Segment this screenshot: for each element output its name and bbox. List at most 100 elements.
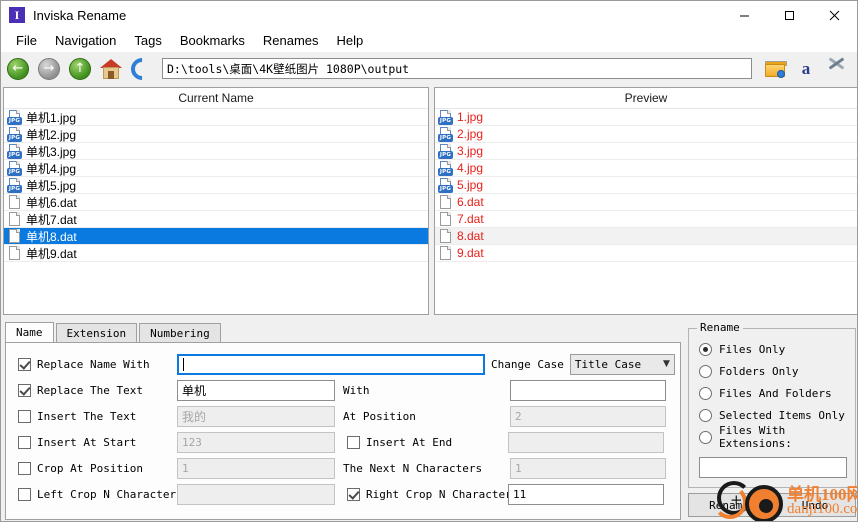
menu-navigation[interactable]: Navigation [46, 30, 125, 51]
list-item[interactable]: JPG 单机3.jpg [4, 143, 428, 160]
list-item-label: 7.dat [457, 212, 484, 226]
rename-scope-option-2[interactable]: Files And Folders [689, 382, 855, 404]
up-button[interactable]: ↑ [66, 55, 94, 83]
list-item[interactable]: 单机8.dat [4, 228, 428, 245]
current-name-list[interactable]: JPG 单机1.jpg JPG 单机2.jpg JPG 单机3.jpg JPG 单机4.jpg… [4, 109, 428, 262]
list-item[interactable]: JPG 1.jpg [435, 109, 857, 126]
list-item-label: 单机1.jpg [26, 110, 77, 125]
home-button[interactable] [97, 55, 125, 83]
next-n-characters-input[interactable]: 1 [510, 457, 666, 479]
insert-the-text-checkbox[interactable] [18, 409, 31, 423]
list-item[interactable]: JPG 单机2.jpg [4, 126, 428, 143]
menu-file[interactable]: File [7, 30, 46, 51]
tools-icon [827, 56, 847, 78]
replace-name-with-input[interactable] [177, 353, 485, 375]
back-button[interactable]: ← [4, 55, 32, 83]
list-item[interactable]: 9.dat [435, 245, 857, 262]
menu-tags[interactable]: Tags [125, 30, 170, 51]
rename-scope-option-1[interactable]: Folders Only [689, 360, 855, 382]
radio-button[interactable] [699, 430, 712, 444]
list-item[interactable]: JPG 单机1.jpg [4, 109, 428, 126]
forward-button[interactable]: → [35, 55, 63, 83]
form-row-insert-at-start: Insert At Start 123 Insert At End [6, 429, 682, 455]
list-item-label: 单机8.dat [26, 229, 77, 244]
application-window: I Inviska Rename File Navigation Tags Bo… [0, 0, 858, 522]
tab-name[interactable]: Name [5, 322, 54, 342]
list-item[interactable]: 7.dat [435, 211, 857, 228]
insert-the-text-input[interactable]: 我的 [177, 405, 335, 427]
path-input[interactable]: D:\tools\桌面\4K壁纸图片 1080P\output [162, 58, 752, 79]
list-item[interactable]: 6.dat [435, 194, 857, 211]
crop-at-position-input[interactable]: 1 [177, 457, 335, 479]
crop-at-position-checkbox[interactable] [18, 461, 31, 475]
extensions-input[interactable] [699, 457, 847, 478]
rename-button[interactable]: Rename [688, 493, 770, 517]
replace-the-text-input[interactable]: 单机 [177, 379, 335, 401]
insert-at-end-input[interactable] [508, 431, 664, 453]
rename-scope-option-0[interactable]: Files Only [689, 338, 855, 360]
radio-button[interactable] [699, 386, 712, 400]
tab-numbering[interactable]: Numbering [139, 323, 221, 342]
jpg-file-icon: JPG [7, 126, 22, 142]
list-item[interactable]: 单机6.dat [4, 194, 428, 211]
replace-name-with-checkbox[interactable] [18, 357, 31, 371]
undo-button[interactable]: Undo [774, 493, 856, 517]
jpg-file-icon: JPG [438, 109, 453, 125]
left-crop-input[interactable] [177, 483, 335, 505]
replace-with-input[interactable] [510, 379, 666, 401]
list-item[interactable]: JPG 单机5.jpg [4, 177, 428, 194]
list-item-label: 单机4.jpg [26, 161, 77, 176]
insert-at-end-label: Insert At End [366, 435, 453, 449]
insert-the-text-label: Insert The Text [37, 409, 137, 423]
list-item[interactable]: 单机9.dat [4, 245, 428, 262]
list-item[interactable]: JPG 4.jpg [435, 160, 857, 177]
list-item[interactable]: 单机7.dat [4, 211, 428, 228]
settings-button[interactable] [823, 55, 851, 83]
list-item[interactable]: JPG 单机4.jpg [4, 160, 428, 177]
change-case-select[interactable]: Title Case ▼ [569, 353, 675, 375]
crop-at-position-value: 1 [182, 461, 189, 475]
menu-help[interactable]: Help [328, 30, 373, 51]
radio-label: Files Only [719, 342, 786, 356]
toolbar: ← → ↑ D:\tools\桌面\4K壁纸图片 1080P\output a [1, 52, 857, 85]
tab-extension[interactable]: Extension [55, 323, 138, 342]
left-crop-checkbox[interactable] [18, 487, 31, 501]
right-crop-checkbox[interactable] [347, 487, 360, 501]
radio-button[interactable] [699, 408, 712, 422]
replace-the-text-checkbox[interactable] [18, 383, 31, 397]
radio-button[interactable] [699, 342, 712, 356]
dat-file-icon [438, 245, 453, 261]
at-position-input[interactable]: 2 [510, 405, 666, 427]
new-folder-button[interactable] [761, 55, 789, 83]
list-item-label: 2.jpg [457, 127, 484, 141]
maximize-button[interactable] [767, 1, 812, 29]
dat-file-icon [438, 194, 453, 210]
preview-list[interactable]: JPG 1.jpg JPG 2.jpg JPG 3.jpg JPG 4.jpg JPG 5.jpg… [435, 109, 857, 262]
refresh-button[interactable] [126, 52, 158, 85]
radio-button[interactable] [699, 364, 712, 378]
list-item[interactable]: 8.dat [435, 228, 857, 245]
minimize-button[interactable] [722, 1, 767, 29]
rename-scope-option-4[interactable]: Files With Extensions: [689, 424, 855, 450]
font-button[interactable]: a [792, 55, 820, 83]
insert-at-start-checkbox[interactable] [18, 435, 31, 449]
close-button[interactable] [812, 1, 857, 29]
insert-at-start-value: 123 [182, 435, 202, 449]
rename-scope-option-3[interactable]: Selected Items Only [689, 404, 855, 426]
replace-the-text-label: Replace The Text [37, 383, 143, 397]
menu-renames[interactable]: Renames [254, 30, 328, 51]
current-name-panel: Current Name JPG 单机1.jpg JPG 单机2.jpg JPG 单机3.… [3, 87, 429, 315]
list-item[interactable]: JPG 5.jpg [435, 177, 857, 194]
next-n-characters-label: The Next N Characters [343, 461, 483, 475]
preview-header: Preview [435, 88, 857, 109]
right-crop-input[interactable]: 11 [508, 483, 664, 505]
menu-bar: File Navigation Tags Bookmarks Renames H… [1, 29, 857, 52]
menu-bookmarks[interactable]: Bookmarks [171, 30, 254, 51]
list-item[interactable]: JPG 2.jpg [435, 126, 857, 143]
radio-label: Folders Only [719, 364, 799, 378]
radio-label: Selected Items Only [719, 408, 845, 422]
insert-at-end-checkbox[interactable] [347, 435, 360, 449]
list-item[interactable]: JPG 3.jpg [435, 143, 857, 160]
insert-at-start-input[interactable]: 123 [177, 431, 335, 453]
form-row-replace-the-text: Replace The Text 单机 With [6, 377, 682, 403]
